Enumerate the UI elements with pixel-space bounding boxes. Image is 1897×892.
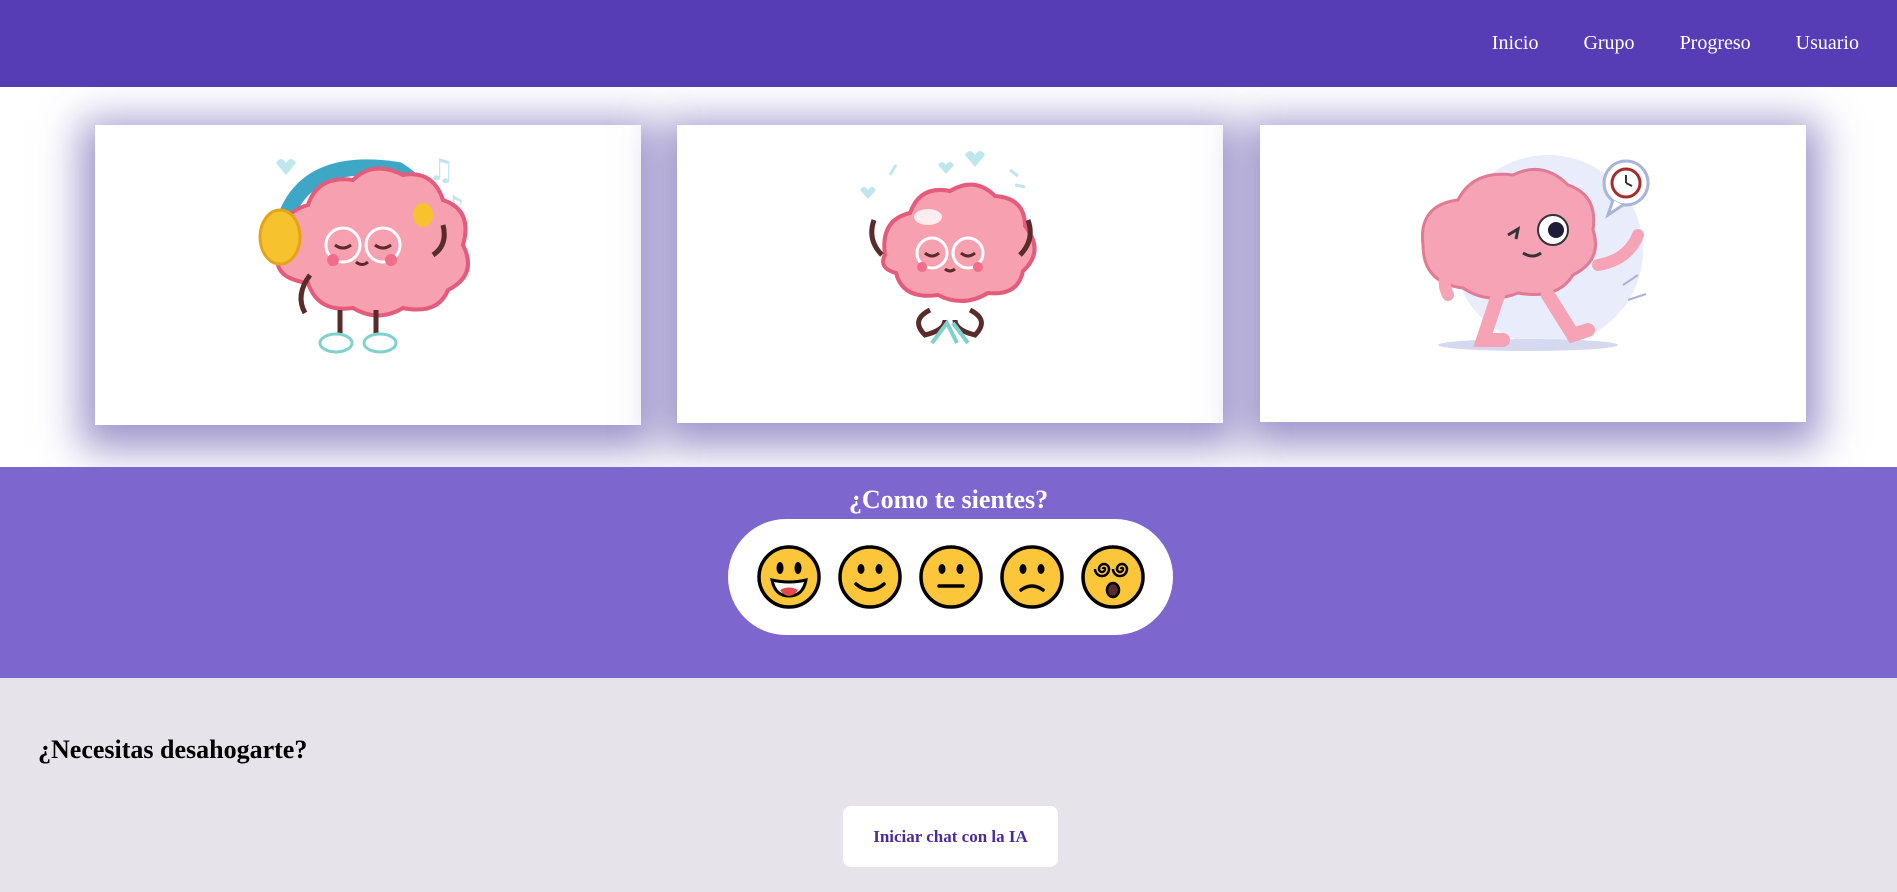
card-brain-music[interactable]: ♫ ♪ (95, 125, 641, 425)
grinning-face-icon[interactable] (756, 544, 822, 610)
brain-meditating-illustration (860, 151, 1037, 345)
vent-title: ¿Necesitas desahogarte? (38, 735, 308, 764)
dizzy-face-icon[interactable] (1080, 544, 1146, 610)
card-brain-meditating[interactable] (677, 125, 1223, 423)
neutral-face-icon[interactable] (918, 544, 984, 610)
vent-section: ¿Necesitas desahogarte? Iniciar chat con… (0, 678, 1897, 892)
mood-section: ¿Como te sientes? (0, 467, 1897, 678)
mood-title: ¿Como te sientes? (848, 485, 1049, 514)
top-navbar: Inicio Grupo Progreso Usuario (0, 0, 1897, 87)
illustration-cards-section: ♫ ♪ (0, 87, 1897, 467)
nav-link-usuario[interactable]: Usuario (1796, 32, 1859, 55)
nav-link-grupo[interactable]: Grupo (1583, 32, 1634, 55)
brain-running-illustration (1420, 155, 1650, 351)
main-nav: Inicio Grupo Progreso Usuario (1492, 0, 1859, 87)
smiling-face-icon[interactable] (837, 544, 903, 610)
nav-link-progreso[interactable]: Progreso (1680, 32, 1751, 55)
sad-face-icon[interactable] (999, 544, 1065, 610)
brain-music-illustration: ♫ ♪ (258, 153, 470, 354)
nav-link-inicio[interactable]: Inicio (1492, 32, 1539, 55)
start-ai-chat-button[interactable]: Iniciar chat con la IA (843, 806, 1058, 867)
card-brain-running[interactable] (1260, 125, 1806, 422)
mood-selector (728, 519, 1173, 635)
